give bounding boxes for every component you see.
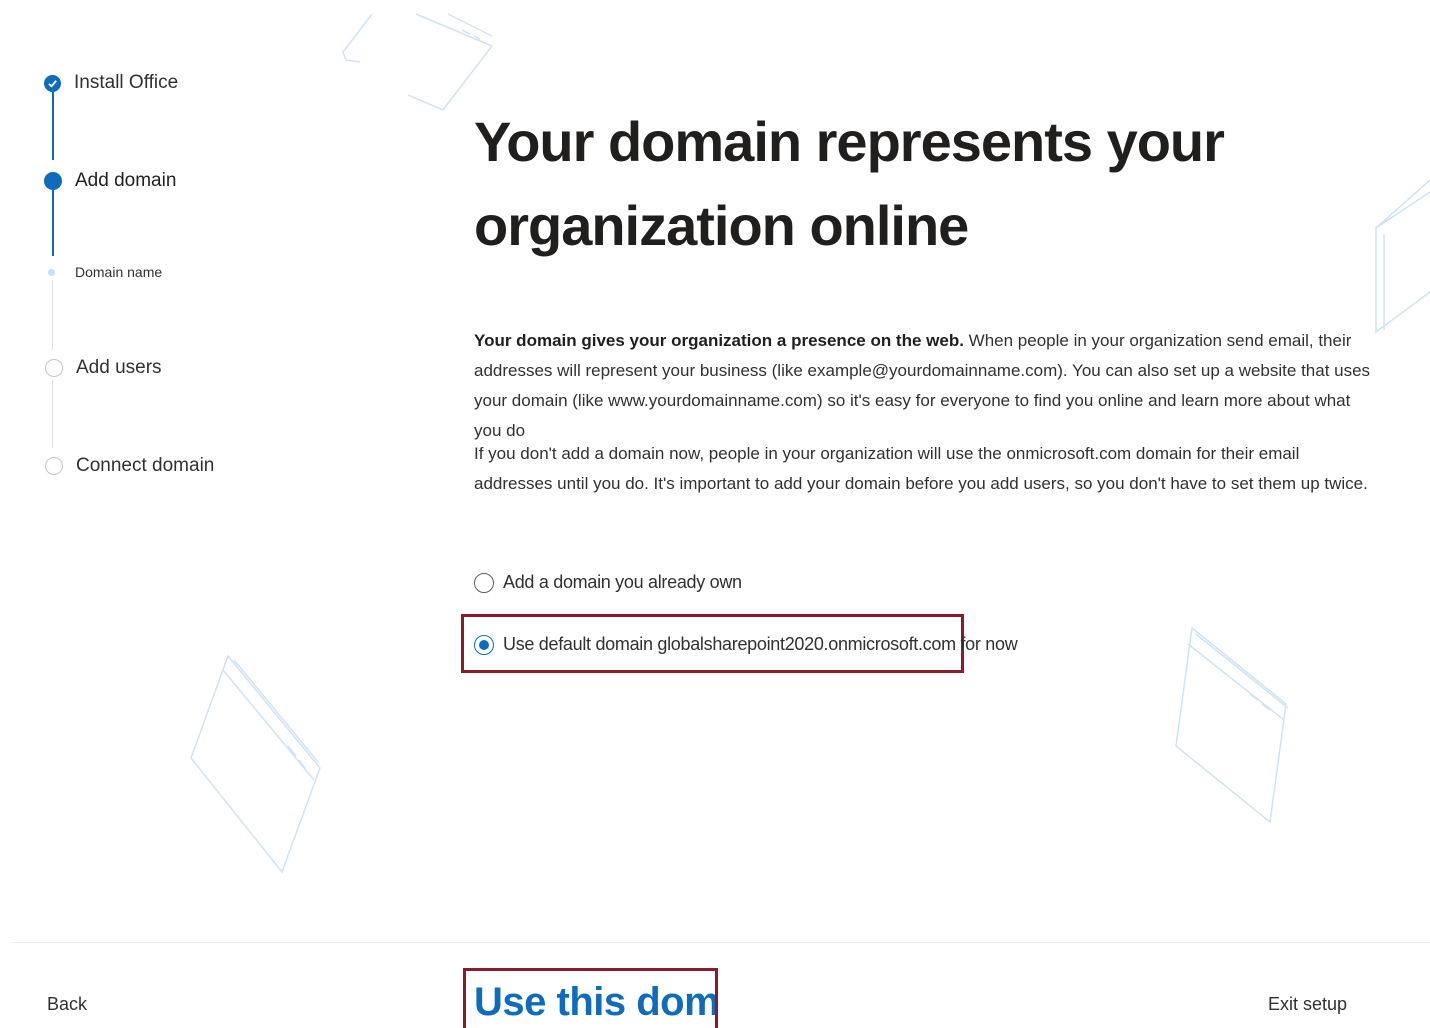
step-connector-line xyxy=(52,190,54,256)
step-upcoming-indicator-icon xyxy=(45,457,63,475)
step-connector-line xyxy=(52,92,54,160)
step-label: Add domain xyxy=(75,170,177,191)
setup-stepper: Install Office Add domain Domain name Ad… xyxy=(0,0,400,520)
radio-selected-icon[interactable] xyxy=(474,634,494,655)
step-label: Connect domain xyxy=(76,455,215,476)
intro-paragraph-bold: Your domain gives your organization a pr… xyxy=(474,331,964,350)
option-use-default-domain[interactable]: Use default domain globalsharepoint2020.… xyxy=(474,634,1018,655)
back-button[interactable]: Back xyxy=(47,994,87,1015)
decor-window-left-icon xyxy=(190,654,321,874)
step-add-users[interactable]: Add users xyxy=(45,357,162,379)
step-connect-domain[interactable]: Connect domain xyxy=(45,455,214,477)
step-install-office[interactable]: Install Office xyxy=(44,72,178,94)
step-label: Install Office xyxy=(74,72,179,93)
step-upcoming-indicator-icon xyxy=(45,359,63,377)
decor-window-right-bottom-icon xyxy=(1175,626,1289,824)
default-domain-note: If you don't add a domain now, people in… xyxy=(474,444,1368,493)
page-title: Your domain represents your organization… xyxy=(474,110,1225,257)
radio-dot xyxy=(479,639,489,650)
step-completed-check-icon xyxy=(44,74,61,92)
footer-divider xyxy=(12,942,1430,943)
exit-setup-button[interactable]: Exit setup xyxy=(1268,994,1347,1015)
option-add-own-domain[interactable]: Add a domain you already own xyxy=(474,572,742,593)
substep-indicator-icon xyxy=(48,268,55,276)
step-add-domain[interactable]: Add domain xyxy=(44,170,176,192)
intro-paragraph: Your domain gives your organization a pr… xyxy=(474,326,1379,446)
option-label: Add a domain you already own xyxy=(503,572,742,592)
step-current-indicator-icon xyxy=(44,172,62,190)
step-connector-line xyxy=(52,380,53,448)
radio-unselected-icon[interactable] xyxy=(474,572,494,593)
option-label: Use default domain globalsharepoint2020.… xyxy=(503,634,1018,654)
step-connector-line xyxy=(52,280,53,350)
use-this-domain-button[interactable]: Use this domain xyxy=(463,968,718,1028)
step-label: Domain name xyxy=(75,264,163,280)
step-label: Add users xyxy=(76,357,162,378)
step-domain-name[interactable]: Domain name xyxy=(43,264,162,280)
